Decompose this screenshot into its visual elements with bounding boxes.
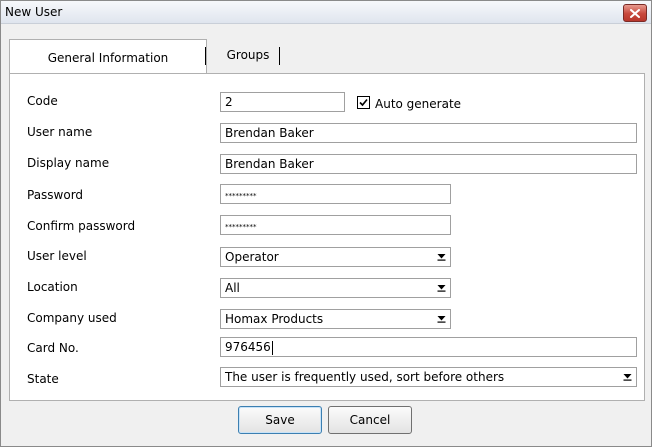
cancel-button[interactable]: Cancel — [328, 406, 412, 434]
password-value: ********* — [225, 192, 257, 200]
cancel-button-label: Cancel — [349, 413, 391, 427]
text-cursor — [271, 340, 273, 355]
tab-label: Groups — [226, 48, 270, 62]
chevron-down-icon[interactable] — [435, 250, 448, 264]
user-level-select[interactable]: Operator — [220, 247, 451, 267]
user-level-value: Operator — [225, 250, 279, 264]
state-select[interactable]: The user is frequently used, sort before… — [220, 367, 637, 387]
display-name-value: Brendan Baker — [225, 157, 314, 171]
auto-generate-label: Auto generate — [375, 97, 462, 111]
location-label: Location — [27, 280, 78, 294]
tab-general-information[interactable]: General Information — [9, 39, 207, 75]
save-button-label: Save — [265, 413, 295, 427]
location-value: All — [225, 281, 240, 295]
confirm-password-label: Confirm password — [27, 219, 136, 233]
close-button[interactable] — [623, 4, 647, 22]
code-label: Code — [27, 94, 58, 108]
display-name-input[interactable]: Brendan Baker — [220, 154, 637, 174]
chevron-down-icon[interactable] — [435, 281, 448, 295]
chevron-down-icon[interactable] — [435, 312, 448, 326]
code-input[interactable]: 2 — [220, 92, 345, 112]
company-used-label: Company used — [27, 311, 117, 325]
user-name-input[interactable]: Brendan Baker — [220, 123, 637, 143]
user-level-label: User level — [27, 249, 87, 263]
tab-groups[interactable]: Groups — [213, 39, 283, 71]
tab-separator — [279, 47, 280, 65]
state-label: State — [27, 372, 59, 386]
window-title: New User — [5, 5, 63, 19]
save-button[interactable]: Save — [238, 406, 322, 434]
checkmark-icon — [359, 98, 368, 107]
card-no-label: Card No. — [27, 341, 79, 355]
company-used-select[interactable]: Homax Products — [220, 309, 451, 329]
chevron-down-icon[interactable] — [621, 370, 634, 384]
password-label: Password — [27, 188, 84, 202]
card-no-input[interactable]: 976456 — [220, 337, 637, 357]
tab-label: General Information — [47, 50, 169, 65]
tab-strip: General Information Groups — [9, 39, 643, 75]
tab-separator — [205, 47, 206, 65]
code-value: 2 — [225, 95, 233, 109]
confirm-password-value: ********* — [225, 223, 257, 231]
state-value: The user is frequently used, sort before… — [225, 370, 505, 384]
password-input[interactable]: ********* — [220, 184, 451, 204]
location-select[interactable]: All — [220, 278, 451, 298]
display-name-label: Display name — [27, 156, 110, 170]
card-no-value: 976456 — [225, 340, 271, 354]
auto-generate-checkbox[interactable] — [357, 96, 370, 109]
confirm-password-input[interactable]: ********* — [220, 215, 451, 235]
company-used-value: Homax Products — [225, 312, 324, 326]
title-bar[interactable]: New User — [1, 1, 651, 24]
new-user-dialog: New User General Information Groups Code… — [0, 0, 652, 447]
user-name-value: Brendan Baker — [225, 126, 314, 140]
user-name-label: User name — [27, 125, 93, 139]
close-icon — [630, 8, 640, 18]
